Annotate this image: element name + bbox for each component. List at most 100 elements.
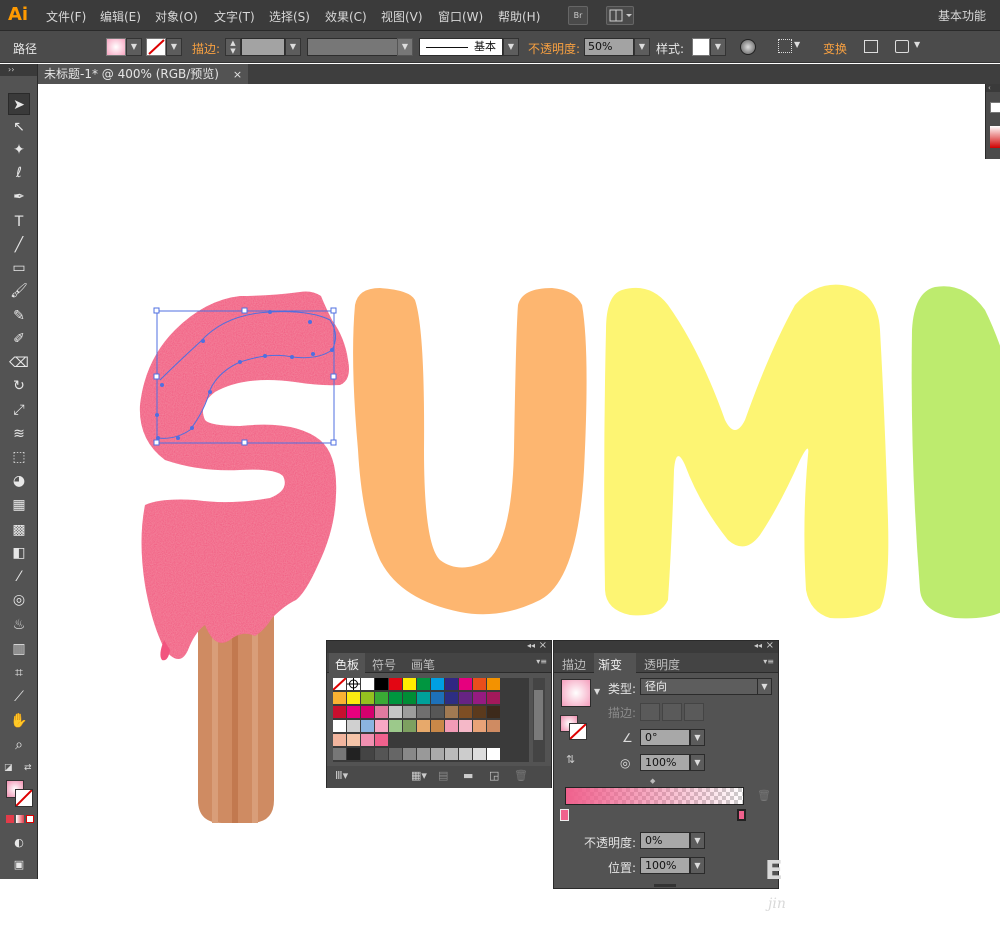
- location-field[interactable]: 100%: [640, 857, 690, 874]
- swatch-chip[interactable]: [487, 748, 500, 760]
- screen-mode-icon[interactable]: ▣: [8, 854, 30, 876]
- swatch-chip[interactable]: [417, 720, 430, 732]
- delete-swatch-icon[interactable]: 🗑: [514, 769, 528, 782]
- swatch-chip[interactable]: [487, 706, 500, 718]
- dock-gradient-icon[interactable]: [990, 126, 1000, 148]
- swatch-scrollbar[interactable]: [533, 678, 545, 762]
- stroke-color-icon[interactable]: [15, 789, 33, 807]
- swatch-chip[interactable]: [403, 734, 416, 746]
- gradient-stroke-icon[interactable]: [569, 723, 587, 740]
- pencil-tool-icon[interactable]: ✎: [8, 305, 30, 327]
- shape-builder-tool-icon[interactable]: ◕: [8, 470, 30, 492]
- dock-fill-icon[interactable]: [990, 102, 1000, 113]
- swatch-chip[interactable]: [431, 748, 444, 760]
- swatch-options-icon[interactable]: ▤: [438, 769, 448, 782]
- swatch-chip[interactable]: [417, 748, 430, 760]
- none-mode-icon[interactable]: [26, 815, 34, 823]
- swatch-chip[interactable]: [459, 678, 472, 690]
- gradient-type-dropdown[interactable]: ▼: [757, 678, 772, 695]
- swatch-chip[interactable]: [347, 720, 360, 732]
- collapse-panel-icon[interactable]: ◂◂: [754, 641, 762, 650]
- width-tool-icon[interactable]: ≋: [8, 423, 30, 445]
- aspect-ratio-dropdown[interactable]: ▼: [690, 754, 705, 771]
- menu-window[interactable]: 窗口(W): [438, 8, 483, 25]
- swatch-libraries-icon[interactable]: Ⅲ▾: [335, 769, 348, 782]
- swatch-chip[interactable]: [403, 678, 416, 690]
- stroke-gradient-within-button[interactable]: [640, 703, 660, 721]
- letter-s-pink[interactable]: [139, 291, 349, 660]
- gradient-stop-left[interactable]: [560, 809, 569, 821]
- midpoint-diamond-icon[interactable]: ◆: [650, 777, 655, 785]
- tools-panel-header[interactable]: ››: [0, 64, 37, 76]
- align-to-icon[interactable]: [778, 39, 792, 53]
- stroke-gradient-along-button[interactable]: [662, 703, 682, 721]
- swatches-menu-icon[interactable]: ▾≡: [536, 657, 547, 666]
- swatch-chip[interactable]: [333, 720, 346, 732]
- swatch-chip[interactable]: [375, 692, 388, 704]
- menu-object[interactable]: 对象(O): [155, 8, 198, 25]
- gradient-preview-swatch[interactable]: [561, 679, 591, 707]
- paintbrush-tool-icon[interactable]: 🖌: [8, 280, 30, 302]
- swatch-chip[interactable]: [473, 734, 486, 746]
- stroke-gradient-across-button[interactable]: [684, 703, 704, 721]
- transform-link[interactable]: 变换: [823, 40, 847, 57]
- swatch-chip[interactable]: [417, 678, 430, 690]
- align-dropdown-icon[interactable]: ▼: [794, 40, 800, 49]
- swatch-chip[interactable]: [459, 748, 472, 760]
- swatch-chip[interactable]: [347, 692, 360, 704]
- default-colors-icon[interactable]: ◪: [4, 763, 13, 773]
- swatch-chip[interactable]: [389, 748, 402, 760]
- menu-view[interactable]: 视图(V): [381, 8, 423, 25]
- swatch-chip[interactable]: [487, 692, 500, 704]
- lasso-tool-icon[interactable]: ℓ: [8, 162, 30, 184]
- swatch-chip[interactable]: [473, 678, 486, 690]
- variable-width-profile[interactable]: [307, 38, 403, 56]
- show-swatch-kinds-icon[interactable]: ▦▾: [411, 769, 427, 782]
- blend-tool-icon[interactable]: ◎: [8, 589, 30, 611]
- line-tool-icon[interactable]: ╱: [8, 234, 30, 256]
- artboard-canvas[interactable]: [39, 84, 1000, 938]
- document-tab[interactable]: 未标题-1* @ 400% (RGB/预览) ×: [38, 64, 249, 84]
- reverse-gradient-icon[interactable]: ⇅: [566, 753, 575, 766]
- swatch-chip[interactable]: [417, 692, 430, 704]
- menu-file[interactable]: 文件(F): [46, 8, 86, 25]
- fill-swatch[interactable]: [106, 38, 126, 56]
- hand-tool-icon[interactable]: ✋: [8, 710, 30, 732]
- swatch-chip[interactable]: [333, 692, 346, 704]
- swatch-chip[interactable]: [431, 692, 444, 704]
- letter-m-green[interactable]: [911, 286, 1000, 619]
- gradient-stop-right[interactable]: [737, 809, 746, 821]
- menu-select[interactable]: 选择(S): [269, 8, 310, 25]
- stroke-weight-dropdown[interactable]: ▼: [285, 38, 301, 56]
- swatch-chip[interactable]: [361, 734, 374, 746]
- isolate-object-icon[interactable]: [864, 40, 878, 53]
- gradient-panel-header[interactable]: ◂◂ ×: [554, 640, 778, 653]
- swatch-chip[interactable]: [332, 677, 347, 691]
- swatch-chip[interactable]: [389, 678, 402, 690]
- swatch-chip[interactable]: [333, 734, 346, 746]
- variable-width-dropdown[interactable]: ▼: [397, 38, 413, 56]
- symbol-sprayer-tool-icon[interactable]: ♨: [8, 614, 30, 636]
- swap-colors-icon[interactable]: ⇄: [24, 763, 32, 773]
- swatch-chip[interactable]: [417, 734, 430, 746]
- swatch-chip[interactable]: [445, 734, 458, 746]
- swatch-chip[interactable]: [347, 706, 360, 718]
- artboard-tool-icon[interactable]: ⌗: [8, 662, 30, 684]
- delete-stop-icon[interactable]: 🗑: [757, 789, 771, 802]
- swatch-chip[interactable]: [459, 692, 472, 704]
- brush-definition-dropdown[interactable]: ▼: [503, 38, 519, 56]
- fill-dropdown[interactable]: ▼: [126, 38, 142, 56]
- bridge-icon[interactable]: Br: [568, 6, 588, 25]
- letter-m-yellow[interactable]: [604, 284, 889, 619]
- swatch-chip[interactable]: [375, 706, 388, 718]
- swatch-chip[interactable]: [389, 706, 402, 718]
- swatch-chip[interactable]: [445, 748, 458, 760]
- swatch-chip[interactable]: [361, 692, 374, 704]
- swatch-chip[interactable]: [375, 720, 388, 732]
- stroke-label[interactable]: 描边:: [192, 40, 220, 57]
- pen-tool-icon[interactable]: ✒: [8, 186, 30, 208]
- swatch-chip[interactable]: [347, 734, 360, 746]
- swatch-chip[interactable]: [333, 706, 346, 718]
- swatch-chip[interactable]: [389, 692, 402, 704]
- arrange-documents-icon[interactable]: [606, 6, 634, 25]
